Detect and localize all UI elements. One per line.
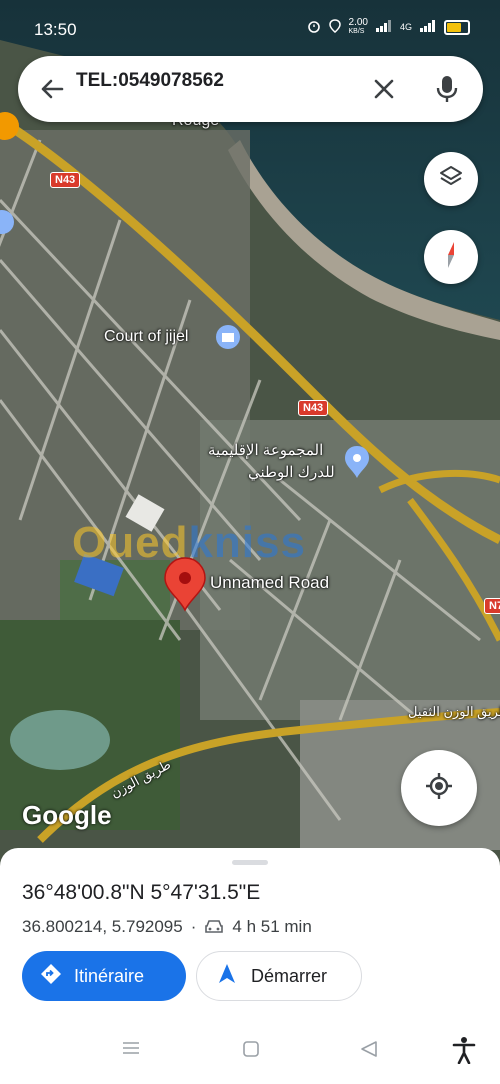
alarm-icon	[307, 19, 321, 36]
home-icon[interactable]	[242, 1040, 260, 1063]
battery-icon	[444, 19, 470, 35]
road-shield-n7: N7	[484, 598, 500, 614]
status-time: 13:50	[34, 20, 77, 39]
my-location-button[interactable]	[401, 750, 477, 826]
navigation-arrow-icon	[217, 963, 237, 990]
map-label-gendarmerie-2[interactable]: للدرك الوطني	[248, 463, 335, 481]
google-logo: Google	[22, 800, 112, 830]
compass-button[interactable]	[424, 230, 478, 284]
car-icon	[204, 919, 224, 935]
location-icon	[328, 18, 341, 36]
search-query[interactable]: TEL:0549078562	[76, 70, 224, 92]
start-label: Démarrer	[251, 965, 328, 986]
layers-icon	[438, 164, 464, 195]
system-nav-bar	[0, 1020, 500, 1084]
drive-time: 4 h 51 min	[232, 917, 312, 936]
status-icons: 2.00 KB/S 4G	[307, 18, 470, 36]
coordinates-dms: 36°48'00.8"N 5°47'31.5"E	[22, 881, 261, 904]
watermark: Ouedkniss	[72, 518, 306, 567]
microphone-icon[interactable]	[435, 74, 459, 104]
directions-icon	[40, 963, 62, 990]
compass-icon	[438, 240, 464, 275]
signal-label: 4G	[399, 22, 412, 32]
road-shield-n43: N43	[298, 400, 329, 416]
close-icon[interactable]	[371, 76, 397, 102]
accessibility-icon[interactable]	[452, 1036, 476, 1069]
network-speed: 2.00 KB/S	[348, 17, 368, 36]
my-location-icon	[424, 771, 454, 806]
search-bar[interactable]: TEL:0549078562	[18, 56, 483, 122]
back-arrow-icon[interactable]	[38, 75, 66, 103]
map-label-unnamed-road[interactable]: Unnamed Road	[210, 573, 329, 593]
road-shield-n43: N43	[50, 172, 81, 188]
map-label-road-right: طريق الوزن الثقيل	[408, 704, 500, 719]
map-label-court[interactable]: Court of jijel	[104, 328, 188, 346]
coordinates-decimal[interactable]: 36.800214, 5.792095	[22, 917, 183, 937]
directions-label: Itinéraire	[74, 965, 145, 986]
directions-button[interactable]: Itinéraire	[22, 951, 186, 1001]
back-icon[interactable]	[360, 1040, 378, 1063]
layers-button[interactable]	[424, 152, 478, 206]
drag-handle[interactable]	[232, 860, 268, 865]
menu-icon[interactable]	[122, 1040, 140, 1061]
signal-icon-2	[420, 19, 436, 35]
map-label-gendarmerie-1[interactable]: المجموعة الإقليمية	[208, 441, 323, 459]
signal-icon	[375, 19, 392, 35]
coordinates-row: 36.800214, 5.792095 · 4 h 51 min	[22, 917, 312, 937]
start-button[interactable]: Démarrer	[196, 951, 362, 1001]
separator: ·	[190, 917, 197, 936]
status-bar: 13:50 2.00 KB/S 4G	[0, 0, 500, 58]
